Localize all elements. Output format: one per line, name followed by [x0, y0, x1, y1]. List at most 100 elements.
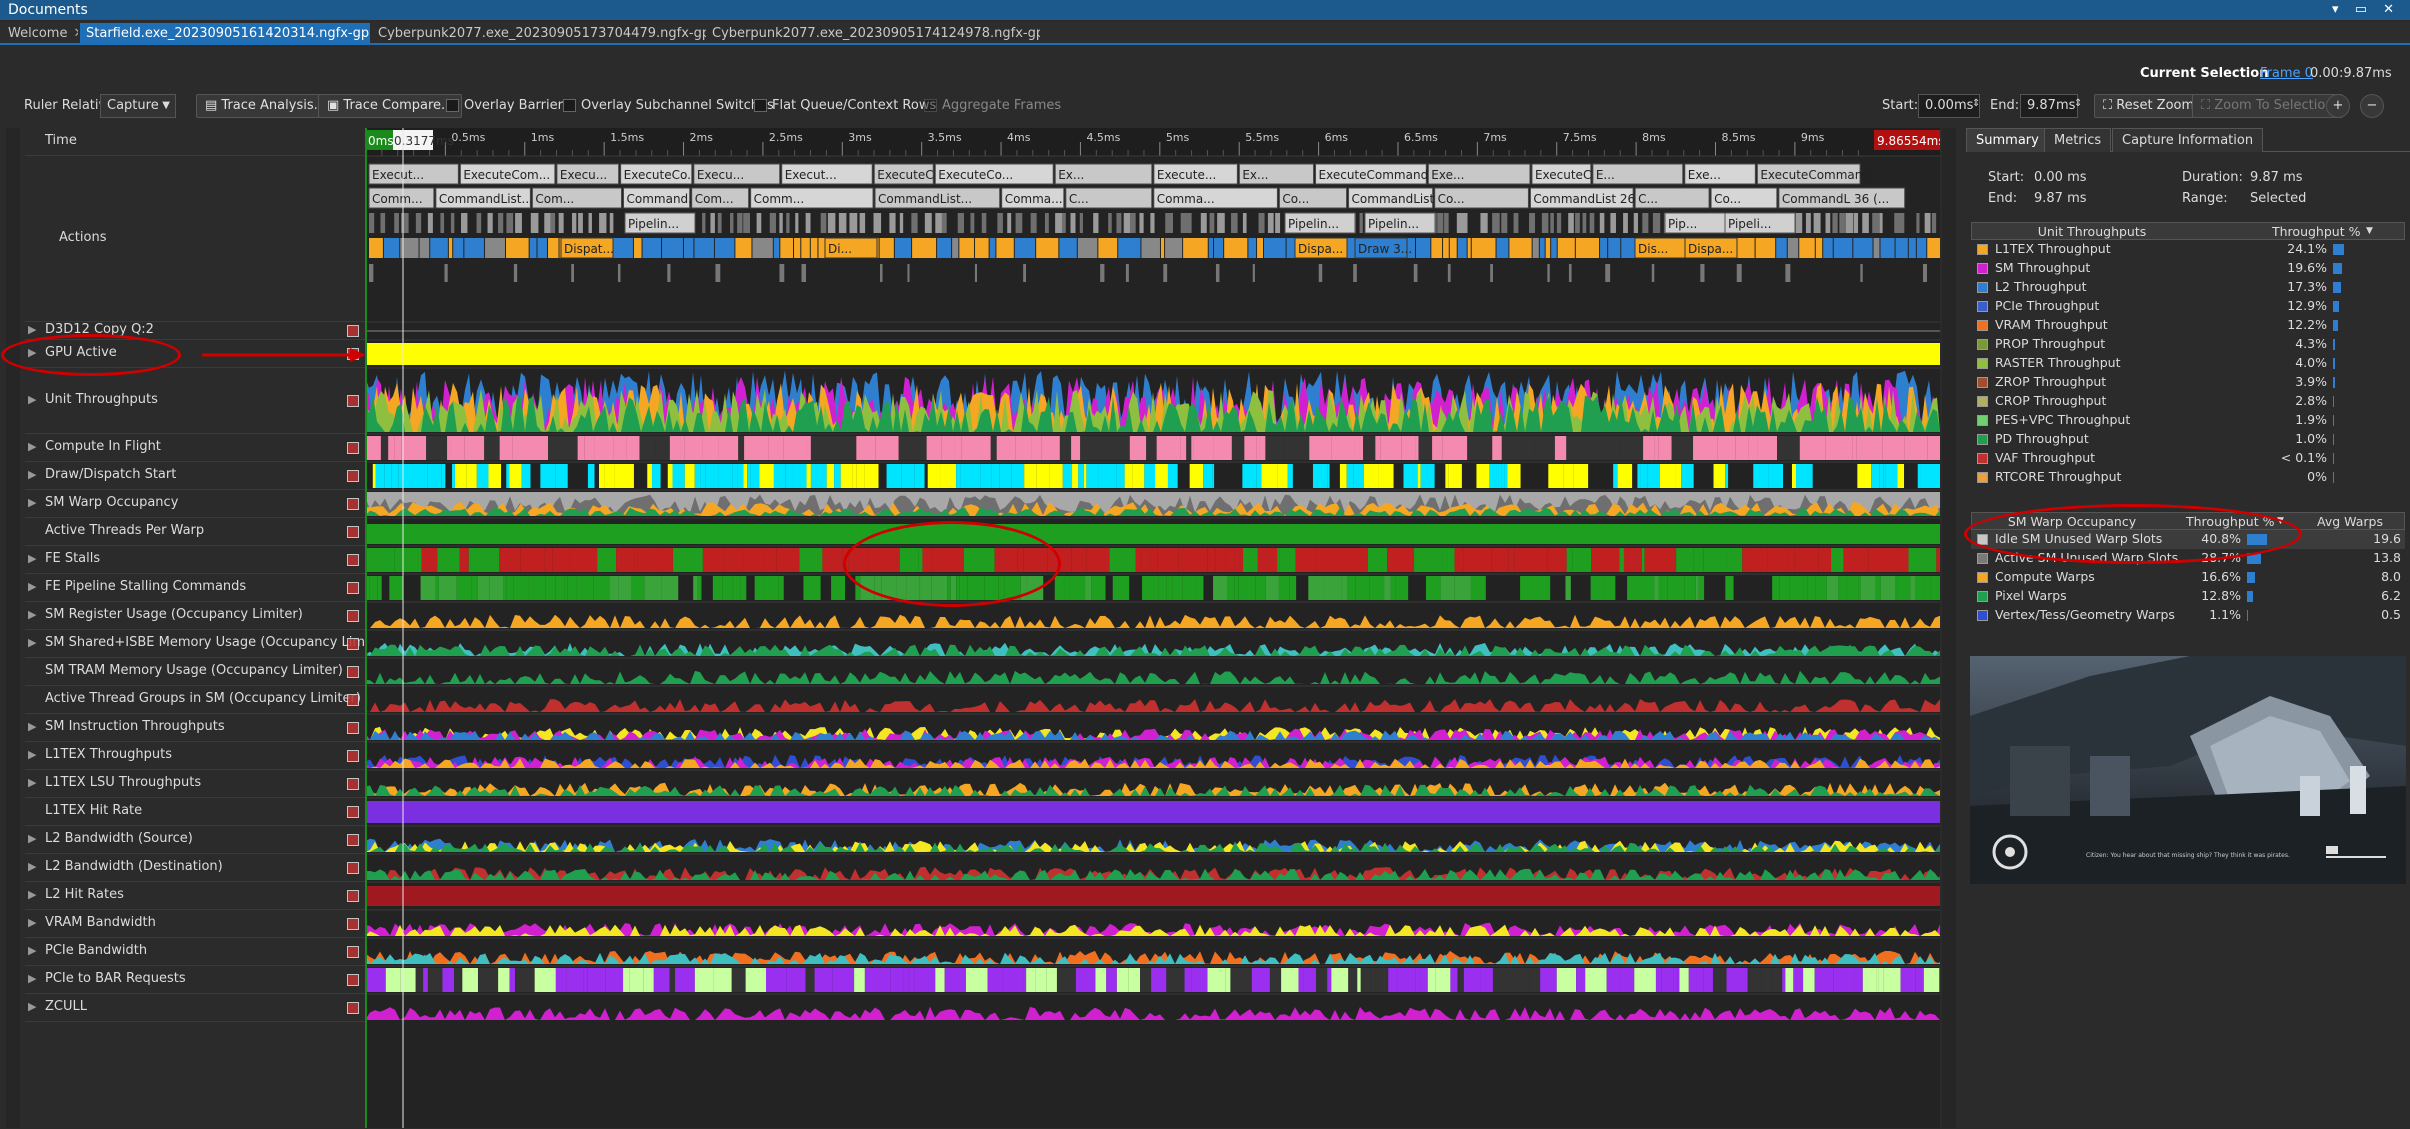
table-row[interactable]: VAF Throughput < 0.1% — [1971, 449, 2405, 468]
trace-analysis-button[interactable]: ▤ Trace Analysis... — [196, 94, 335, 118]
ruler-relative-select[interactable]: Capture ▼ — [100, 94, 176, 118]
timeline-row[interactable]: L1TEX Hit Rate — [25, 798, 365, 826]
timeline-row[interactable]: Actions — [25, 156, 365, 322]
expand-arrow-icon[interactable]: ▶ — [28, 440, 36, 453]
spin-icon[interactable]: ⇕ — [1972, 98, 1980, 109]
remove-row-icon[interactable] — [347, 395, 359, 407]
window-controls[interactable]: ▾ ▭ ✕ — [2332, 0, 2400, 20]
remove-row-icon[interactable] — [347, 862, 359, 874]
legend-swatch[interactable] — [1977, 396, 1988, 407]
expand-arrow-icon[interactable]: ▶ — [28, 552, 36, 565]
timeline-row[interactable]: Active Thread Groups in SM (Occupancy Li… — [25, 686, 365, 714]
expand-arrow-icon[interactable]: ▶ — [28, 496, 36, 509]
legend-swatch[interactable] — [1977, 263, 1988, 274]
tab-starfield[interactable]: Starfield.exe_20230905161420314.ngfx-gpu… — [80, 23, 370, 44]
timeline-view[interactable]: 0.5ms 1ms 1.5ms 2ms 2.5ms 3ms 3.5ms 4ms 4.5ms 5ms… — [365, 128, 1940, 1128]
table-row[interactable]: VRAM Throughput 12.2% — [1971, 316, 2405, 335]
timeline-row[interactable]: Active Threads Per Warp — [25, 518, 365, 546]
remove-row-icon[interactable] — [347, 666, 359, 678]
tab-welcome[interactable]: Welcome✕ — [2, 23, 78, 44]
expand-arrow-icon[interactable]: ▶ — [28, 1000, 36, 1013]
table-row[interactable]: RTCORE Throughput 0% — [1971, 468, 2405, 487]
timeline-row[interactable]: ▶ PCIe Bandwidth — [25, 938, 365, 966]
timeline-row[interactable]: ▶ L1TEX Throughputs — [25, 742, 365, 770]
left-scrollbar[interactable] — [6, 128, 20, 1128]
legend-swatch[interactable] — [1977, 320, 1988, 331]
tab-summary[interactable]: Summary — [1966, 128, 2049, 152]
expand-arrow-icon[interactable]: ▶ — [28, 832, 36, 845]
expand-arrow-icon[interactable]: ▶ — [28, 944, 36, 957]
expand-arrow-icon[interactable]: ▶ — [28, 916, 36, 929]
zoom-to-selection-button[interactable]: ⛶ Zoom To Selection — [2192, 94, 2343, 118]
trace-compare-button[interactable]: ▣ Trace Compare... — [318, 94, 463, 118]
timeline-row[interactable]: ▶ Unit Throughputs — [25, 368, 365, 434]
flat-queue-checkbox[interactable] — [754, 99, 767, 112]
remove-row-icon[interactable] — [347, 554, 359, 566]
legend-swatch[interactable] — [1977, 415, 1988, 426]
timeline-row[interactable]: Time — [25, 128, 365, 156]
timeline-row[interactable]: ▶ L1TEX LSU Throughputs — [25, 770, 365, 798]
expand-arrow-icon[interactable]: ▶ — [28, 636, 36, 649]
end-input[interactable]: 9.87ms — [2020, 94, 2078, 118]
timeline-row[interactable]: ▶ SM Warp Occupancy — [25, 490, 365, 518]
remove-row-icon[interactable] — [347, 722, 359, 734]
timeline-row[interactable]: ▶ L2 Hit Rates — [25, 882, 365, 910]
table-row[interactable]: PD Throughput 1.0% — [1971, 430, 2405, 449]
table-row[interactable]: RASTER Throughput 4.0% — [1971, 354, 2405, 373]
timeline-row[interactable]: ▶ L2 Bandwidth (Destination) — [25, 854, 365, 882]
timeline-row[interactable]: ▶ L2 Bandwidth (Source) — [25, 826, 365, 854]
column-header[interactable]: Unit Throughputs — [1972, 224, 2212, 239]
expand-arrow-icon[interactable]: ▶ — [28, 323, 36, 336]
zoom-in-icon[interactable]: + — [2326, 94, 2350, 118]
legend-swatch[interactable] — [1977, 453, 1988, 464]
table-row[interactable]: PROP Throughput 4.3% — [1971, 335, 2405, 354]
remove-row-icon[interactable] — [347, 325, 359, 337]
expand-arrow-icon[interactable]: ▶ — [28, 888, 36, 901]
legend-swatch[interactable] — [1977, 282, 1988, 293]
expand-arrow-icon[interactable]: ▶ — [28, 580, 36, 593]
legend-swatch[interactable] — [1977, 377, 1988, 388]
remove-row-icon[interactable] — [347, 470, 359, 482]
tab-capture-information[interactable]: Capture Information — [2112, 128, 2264, 152]
column-header[interactable]: Throughput % — [2272, 224, 2360, 239]
table-row[interactable]: L2 Throughput 17.3% — [1971, 278, 2405, 297]
expand-arrow-icon[interactable]: ▶ — [28, 972, 36, 985]
remove-row-icon[interactable] — [347, 610, 359, 622]
remove-row-icon[interactable] — [347, 806, 359, 818]
reset-zoom-button[interactable]: ⛶ Reset Zoom — [2094, 94, 2204, 118]
table-row[interactable]: SM Throughput 19.6% — [1971, 259, 2405, 278]
timeline-row[interactable]: ▶ ZCULL — [25, 994, 365, 1022]
legend-swatch[interactable] — [1977, 572, 1988, 583]
timeline-row[interactable]: ▶ Draw/Dispatch Start — [25, 462, 365, 490]
timeline-row[interactable]: ▶ PCIe to BAR Requests — [25, 966, 365, 994]
timeline-row[interactable]: ▶ VRAM Bandwidth — [25, 910, 365, 938]
expand-arrow-icon[interactable]: ▶ — [28, 393, 36, 406]
remove-row-icon[interactable] — [347, 778, 359, 790]
expand-arrow-icon[interactable]: ▶ — [28, 748, 36, 761]
remove-row-icon[interactable] — [347, 918, 359, 930]
remove-row-icon[interactable] — [347, 834, 359, 846]
table-row[interactable]: Vertex/Tess/Geometry Warps 1.1% 0.5 — [1971, 606, 2405, 625]
timeline-scrollbar[interactable] — [1942, 128, 1956, 1128]
tab-cyberpunk-1[interactable]: Cyberpunk2077.exe_20230905173704479.ngfx… — [372, 23, 706, 44]
aggregate-frames-checkbox[interactable] — [924, 99, 937, 112]
remove-row-icon[interactable] — [347, 638, 359, 650]
close-icon[interactable]: ✕ — [73, 26, 78, 41]
remove-row-icon[interactable] — [347, 890, 359, 902]
legend-swatch[interactable] — [1977, 434, 1988, 445]
legend-swatch[interactable] — [1977, 358, 1988, 369]
remove-row-icon[interactable] — [347, 750, 359, 762]
remove-row-icon[interactable] — [347, 946, 359, 958]
table-row[interactable]: Pixel Warps 12.8% 6.2 — [1971, 587, 2405, 606]
table-row[interactable]: PES+VPC Throughput 1.9% — [1971, 411, 2405, 430]
remove-row-icon[interactable] — [347, 1002, 359, 1014]
expand-arrow-icon[interactable]: ▶ — [28, 608, 36, 621]
timeline-row[interactable]: ▶ Compute In Flight — [25, 434, 365, 462]
remove-row-icon[interactable] — [347, 442, 359, 454]
legend-swatch[interactable] — [1977, 472, 1988, 483]
tab-cyberpunk-2[interactable]: Cyberpunk2077.exe_20230905174124978.ngfx… — [706, 23, 1040, 44]
legend-swatch[interactable] — [1977, 591, 1988, 602]
legend-swatch[interactable] — [1977, 610, 1988, 621]
spin-icon[interactable]: ⇕ — [2074, 98, 2082, 109]
legend-swatch[interactable] — [1977, 553, 1988, 564]
